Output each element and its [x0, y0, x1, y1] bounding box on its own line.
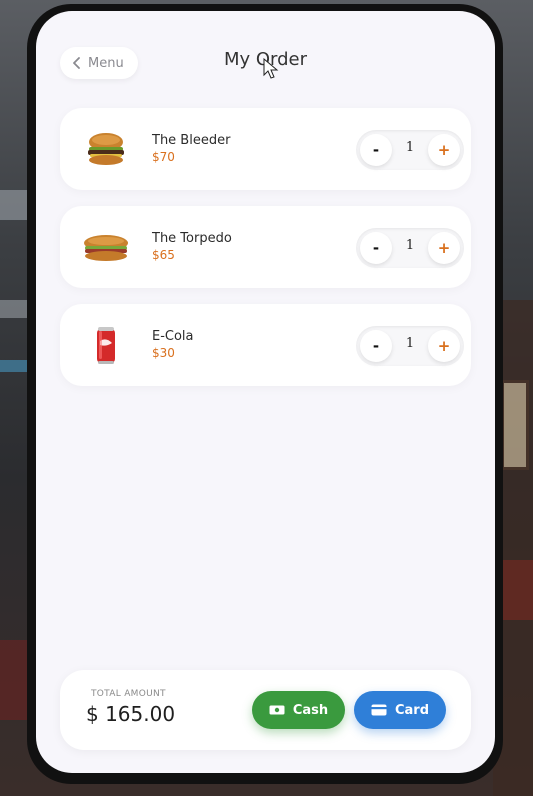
quantity-stepper: - 1 + [356, 130, 464, 170]
order-list: The Bleeder $70 - 1 + The Torpedo $65 - … [60, 108, 471, 402]
quantity-value: 1 [405, 140, 415, 155]
decrease-quantity-button[interactable]: - [360, 134, 392, 166]
item-price: $65 [152, 248, 175, 262]
credit-card-icon [371, 704, 387, 716]
burger-icon [88, 133, 124, 165]
checkout-footer: TOTAL AMOUNT $ 165.00 Cash Card [60, 670, 471, 750]
decrease-quantity-button[interactable]: - [360, 330, 392, 362]
increase-quantity-button[interactable]: + [428, 134, 460, 166]
quantity-value: 1 [405, 238, 415, 253]
order-item: E-Cola $30 - 1 + [60, 304, 471, 386]
quantity-stepper: - 1 + [356, 228, 464, 268]
order-item: The Torpedo $65 - 1 + [60, 206, 471, 288]
quantity-stepper: - 1 + [356, 326, 464, 366]
item-name: The Bleeder [152, 133, 231, 148]
pay-cash-button[interactable]: Cash [252, 691, 345, 729]
cash-label: Cash [292, 702, 329, 718]
soda-can-icon [97, 327, 115, 364]
order-screen: Menu My Order The Bleeder $70 - 1 + The … [36, 11, 495, 773]
order-item: The Bleeder $70 - 1 + [60, 108, 471, 190]
total-amount-value: $ 165.00 [86, 702, 176, 726]
pay-card-button[interactable]: Card [354, 691, 446, 729]
item-price: $70 [152, 150, 175, 164]
mouse-cursor-icon [263, 58, 279, 79]
item-name: E-Cola [152, 329, 194, 344]
cash-icon [269, 705, 285, 715]
sub-sandwich-icon [84, 235, 128, 261]
card-label: Card [394, 702, 430, 718]
item-price: $30 [152, 346, 175, 360]
total-amount-label: TOTAL AMOUNT [91, 689, 166, 699]
increase-quantity-button[interactable]: + [428, 330, 460, 362]
item-name: The Torpedo [152, 231, 232, 246]
decrease-quantity-button[interactable]: - [360, 232, 392, 264]
increase-quantity-button[interactable]: + [428, 232, 460, 264]
quantity-value: 1 [405, 336, 415, 351]
